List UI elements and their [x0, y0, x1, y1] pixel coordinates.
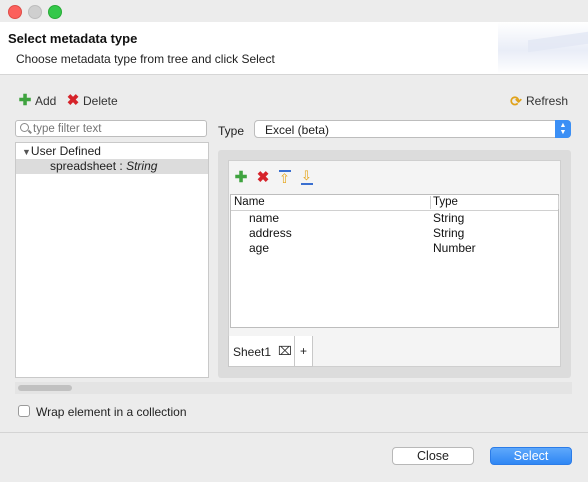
header-decoration	[498, 22, 588, 74]
expand-triangle-icon[interactable]: ▼	[22, 147, 31, 157]
table-cell-type[interactable]: Number	[433, 241, 476, 256]
sheet-tab-strip: Sheet1 ⌧ +	[228, 336, 561, 367]
type-select-value: Excel (beta)	[265, 123, 330, 137]
updown-arrows-icon: ▲ ▼	[555, 120, 571, 138]
refresh-button[interactable]: ⟳ Refresh	[509, 94, 568, 108]
tree-item-spreadsheet[interactable]: spreadsheet : String	[16, 159, 208, 174]
refresh-label: Refresh	[526, 94, 569, 108]
tab-close-icon[interactable]: ⌧	[278, 344, 292, 358]
delete-label: Delete	[83, 94, 118, 108]
refresh-icon: ⟳	[510, 93, 522, 109]
tab-sheet1[interactable]: Sheet1 ⌧	[228, 336, 295, 367]
tree-item-type: String	[126, 159, 158, 173]
minimize-window-button[interactable]	[28, 5, 42, 19]
move-up-icon[interactable]: ⇧	[279, 169, 291, 185]
add-sheet-button[interactable]: +	[295, 336, 313, 367]
metadata-tree[interactable]: ▼User Defined spreadsheet : String	[15, 142, 209, 378]
tree-item-name: spreadsheet	[50, 159, 117, 173]
dialog-subtitle: Choose metadata type from tree and click…	[16, 52, 275, 66]
column-divider	[430, 196, 431, 209]
add-label: Add	[35, 94, 57, 108]
search-icon	[20, 123, 29, 132]
column-divider	[558, 196, 559, 209]
table-header	[231, 195, 558, 211]
tree-group-label: User Defined	[30, 144, 101, 158]
delete-column-icon[interactable]: ✖	[256, 170, 270, 185]
dialog-title: Select metadata type	[8, 31, 138, 46]
table-cell-type[interactable]: String	[433, 211, 464, 226]
delete-icon: ✖	[66, 92, 80, 109]
wrap-collection-label[interactable]: Wrap element in a collection	[36, 405, 187, 419]
select-button[interactable]: Select	[490, 447, 572, 465]
filter-field[interactable]	[15, 120, 207, 137]
column-header-name[interactable]: Name	[234, 195, 265, 210]
columns-table[interactable]: Name Type name String address String age…	[230, 194, 559, 328]
footer-divider	[0, 432, 588, 433]
window-title-bar	[0, 0, 588, 22]
filter-input[interactable]	[33, 122, 203, 136]
zoom-window-button[interactable]	[48, 5, 62, 19]
table-cell-name[interactable]: age	[249, 241, 269, 256]
dialog-header: Select metadata type Choose metadata typ…	[0, 22, 588, 75]
type-label: Type	[218, 124, 245, 138]
add-icon: ✚	[18, 92, 32, 109]
close-button[interactable]: Close	[392, 447, 474, 465]
table-cell-name[interactable]: name	[249, 211, 279, 226]
tree-group-user-defined[interactable]: ▼User Defined	[22, 144, 101, 159]
scrollbar-thumb[interactable]	[18, 385, 72, 391]
tab-sheet1-label: Sheet1	[233, 345, 272, 359]
horizontal-scrollbar[interactable]	[15, 382, 572, 394]
move-down-icon[interactable]: ⇩	[301, 169, 313, 185]
close-window-button[interactable]	[8, 5, 22, 19]
add-column-icon[interactable]: ✚	[234, 170, 248, 185]
column-header-type[interactable]: Type	[433, 195, 458, 210]
delete-button[interactable]: ✖ Delete	[66, 92, 118, 109]
type-select[interactable]: Excel (beta) ▲ ▼	[254, 120, 571, 138]
table-cell-type[interactable]: String	[433, 226, 464, 241]
table-cell-name[interactable]: address	[249, 226, 292, 241]
add-button[interactable]: ✚ Add	[18, 92, 57, 109]
wrap-collection-checkbox[interactable]	[18, 405, 30, 417]
tree-item-separator: :	[116, 159, 127, 173]
